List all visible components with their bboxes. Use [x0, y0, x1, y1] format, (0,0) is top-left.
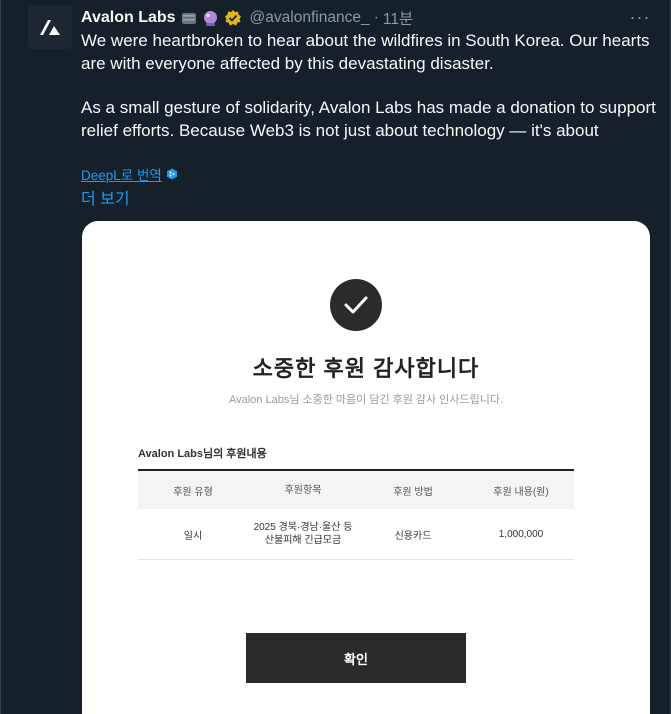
column-header-method: 후원 방법	[393, 486, 433, 498]
cell-item-line-1: 2025 경북·경남·울산 등	[253, 522, 353, 533]
checkmark-icon	[330, 279, 382, 331]
table-header-row: 후원 유형 후원항목 후원 방법 후원 내용(원)	[138, 471, 574, 509]
donation-table: 후원 유형 후원항목 후원 방법 후원 내용(원) 일시 2025 경북·경남·…	[138, 469, 574, 560]
column-header-type: 후원 유형	[173, 486, 213, 498]
receipt-subtitle: Avalon Labs님 소중한 마음이 담긴 후원 감사 인사드립니다.	[228, 394, 504, 406]
avatar[interactable]	[28, 5, 72, 49]
cell-item-line-2: 산불피해 긴급모금	[264, 535, 342, 546]
cell-amount: 1,000,000	[498, 528, 544, 540]
tweet-paragraph-2: As a small gesture of solidarity, Avalon…	[81, 98, 656, 140]
tweet-header: Avalon Labs @avalonfinance_ · 11분	[81, 6, 651, 30]
cell-type: 일시	[183, 530, 203, 542]
frame-left-border	[0, 0, 1, 714]
author-name[interactable]: Avalon Labs	[81, 9, 176, 27]
receipt-title: 소중한 후원 감사합니다	[252, 356, 480, 381]
cell-item: 2025 경북·경남·울산 등 산불피해 긴급모금	[248, 521, 358, 547]
translate-link[interactable]: DeepL로 번역	[81, 164, 178, 184]
cell-method: 신용카드	[394, 530, 432, 542]
avalon-logo-icon	[40, 20, 60, 35]
column-header-item: 후원항목	[284, 484, 322, 496]
translate-label: DeepL로 번역	[81, 168, 162, 183]
tweet-text: We were heartbroken to hear about the wi…	[81, 30, 656, 142]
show-more-link[interactable]: 더 보기	[81, 185, 130, 209]
crystal-ball-emoji-icon	[202, 9, 220, 27]
verified-badge-icon	[224, 9, 242, 27]
receipt-section-label: Avalon Labs님의 후원내용	[138, 448, 267, 460]
deepl-icon	[166, 168, 177, 180]
tweet-paragraph-1: We were heartbroken to hear about the wi…	[81, 31, 650, 73]
table-row: 일시 2025 경북·경남·울산 등 산불피해 긴급모금 신용카드 1,000,…	[138, 509, 574, 560]
stone-emoji-icon	[180, 9, 198, 27]
donation-receipt-image[interactable]: 소중한 후원 감사합니다 Avalon Labs님 소중한 마음이 담긴 후원 …	[82, 221, 650, 714]
column-header-amount: 후원 내용(원)	[493, 486, 549, 498]
author-handle[interactable]: @avalonfinance_	[250, 9, 370, 27]
separator-dot: ·	[373, 9, 379, 26]
tweet-timestamp[interactable]: 11분	[383, 7, 413, 29]
confirm-button: 확인	[246, 633, 466, 683]
more-options-icon[interactable]: ···	[629, 7, 651, 27]
